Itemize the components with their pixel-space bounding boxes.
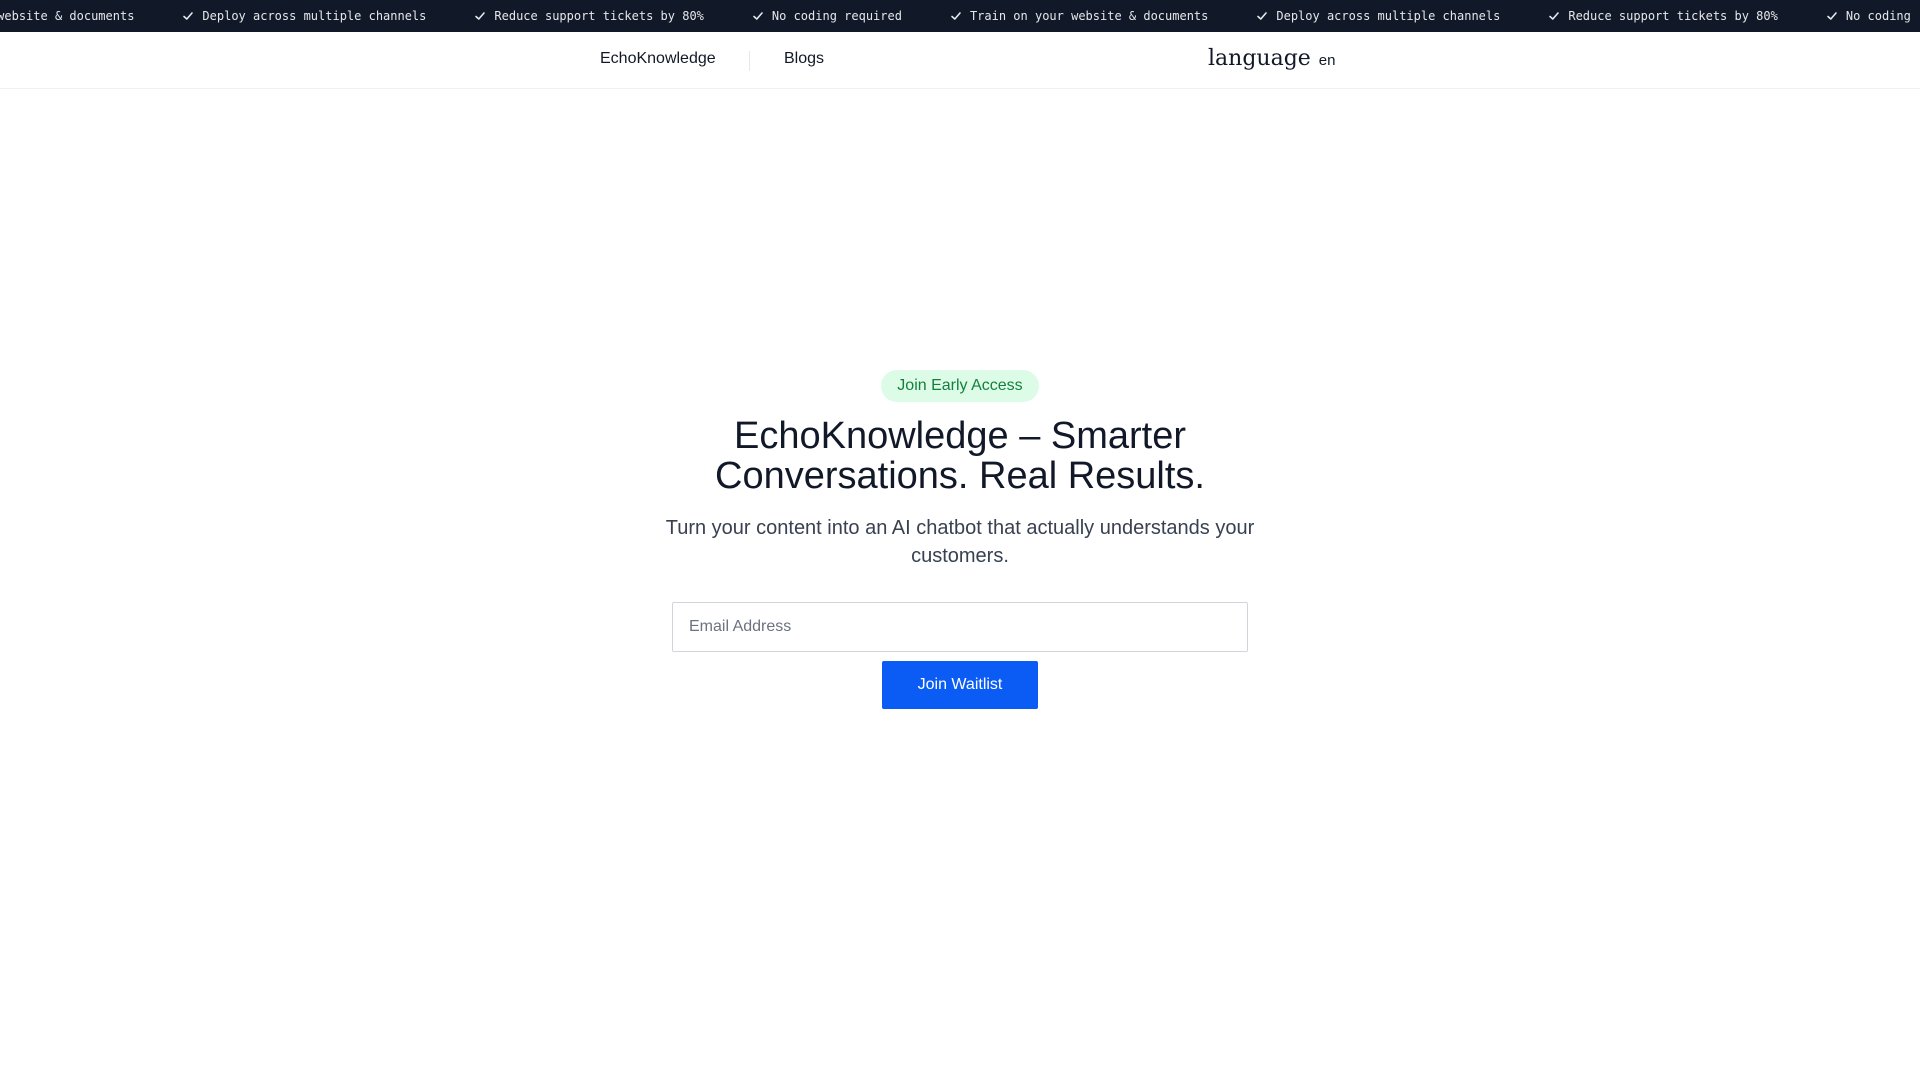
email-input[interactable] bbox=[672, 602, 1248, 652]
ticker-item-label: Deploy across multiple channels bbox=[1276, 9, 1501, 23]
language-switcher[interactable]: language en bbox=[1208, 46, 1335, 71]
nav-link-blogs[interactable]: Blogs bbox=[784, 50, 824, 68]
ticker-track: Train on your website & documents Deploy… bbox=[0, 0, 1920, 32]
ticker-item-label: No coding required bbox=[1845, 9, 1920, 23]
check-icon bbox=[752, 10, 764, 22]
ticker-item-label: No coding required bbox=[771, 9, 902, 23]
join-waitlist-button[interactable]: Join Waitlist bbox=[882, 661, 1038, 709]
ticker-item: Deploy across multiple channels bbox=[1256, 9, 1500, 23]
ticker-item: Train on your website & documents bbox=[950, 9, 1208, 23]
check-icon bbox=[1826, 10, 1838, 22]
check-icon bbox=[950, 10, 962, 22]
ticker-item-label: Train on your website & documents bbox=[969, 9, 1209, 23]
check-icon bbox=[474, 10, 486, 22]
nav-divider bbox=[749, 51, 750, 71]
early-access-badge: Join Early Access bbox=[881, 370, 1039, 402]
ticker-item-label: Reduce support tickets by 80% bbox=[494, 9, 704, 23]
ticker-item: No coding required bbox=[1826, 9, 1920, 23]
ticker-item: Reduce support tickets by 80% bbox=[1548, 9, 1778, 23]
check-icon bbox=[1548, 10, 1560, 22]
ticker-item-label: Reduce support tickets by 80% bbox=[1568, 9, 1778, 23]
ticker-item: Deploy across multiple channels bbox=[182, 9, 426, 23]
site-header: EchoKnowledge Blogs language en bbox=[0, 32, 1920, 89]
check-icon bbox=[1256, 10, 1268, 22]
hero-section: Join Early Access EchoKnowledge – Smarte… bbox=[0, 370, 1920, 709]
ticker-item-label: Train on your website & documents bbox=[0, 9, 135, 23]
announcement-ticker: Train on your website & documents Deploy… bbox=[0, 0, 1920, 32]
hero-subtitle: Turn your content into an AI chatbot tha… bbox=[665, 517, 1255, 567]
ticker-item-label: Deploy across multiple channels bbox=[202, 9, 427, 23]
brand-link[interactable]: EchoKnowledge bbox=[600, 50, 716, 68]
language-icon: language bbox=[1208, 46, 1311, 71]
language-code: en bbox=[1318, 52, 1336, 69]
ticker-item: No coding required bbox=[752, 9, 902, 23]
ticker-item: Train on your website & documents bbox=[0, 9, 134, 23]
ticker-item: Reduce support tickets by 80% bbox=[474, 9, 704, 23]
hero-title: EchoKnowledge – Smarter Conversations. R… bbox=[715, 415, 1205, 497]
check-icon bbox=[182, 10, 194, 22]
